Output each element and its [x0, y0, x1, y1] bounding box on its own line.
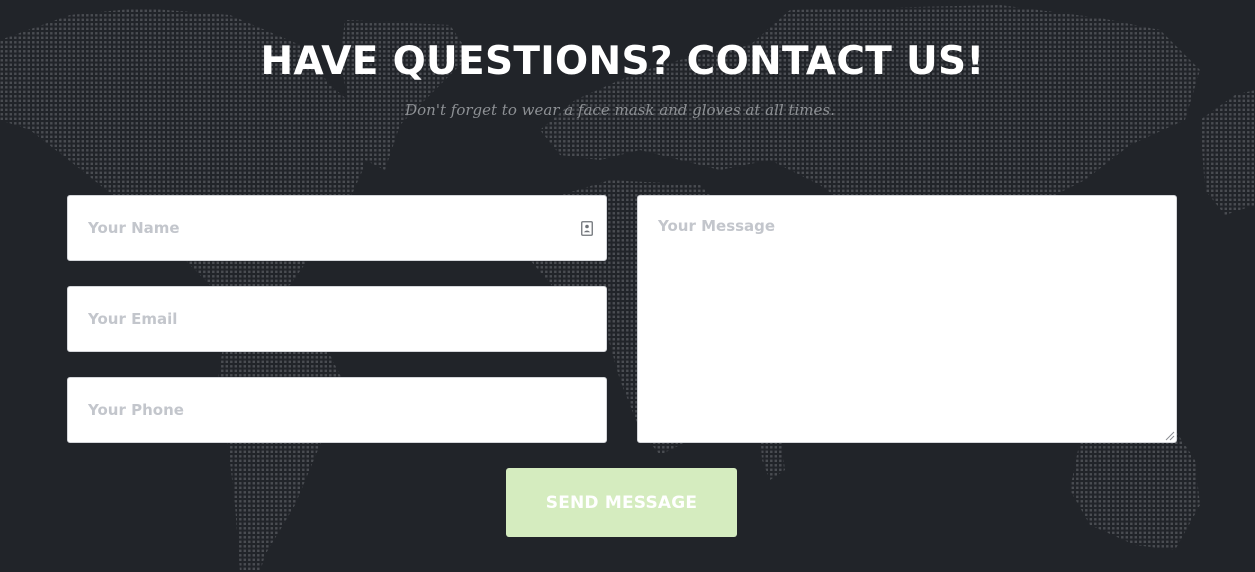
page-title: HAVE QUESTIONS? CONTACT US! — [260, 39, 985, 84]
name-input[interactable] — [68, 196, 606, 260]
resize-grip-icon[interactable] — [1165, 431, 1175, 441]
phone-input[interactable] — [68, 378, 606, 442]
name-field-wrapper — [67, 195, 607, 261]
send-message-button[interactable]: SEND MESSAGE — [506, 468, 737, 537]
message-textarea[interactable] — [638, 196, 1176, 442]
phone-field-wrapper — [67, 377, 607, 443]
email-field-wrapper — [67, 286, 607, 352]
message-field-wrapper — [637, 195, 1177, 443]
page-subtitle: Don't forget to wear a face mask and glo… — [405, 101, 835, 119]
contact-card-icon[interactable] — [581, 221, 593, 236]
email-input[interactable] — [68, 287, 606, 351]
contact-section: HAVE QUESTIONS? CONTACT US! Don't forget… — [0, 0, 1255, 572]
